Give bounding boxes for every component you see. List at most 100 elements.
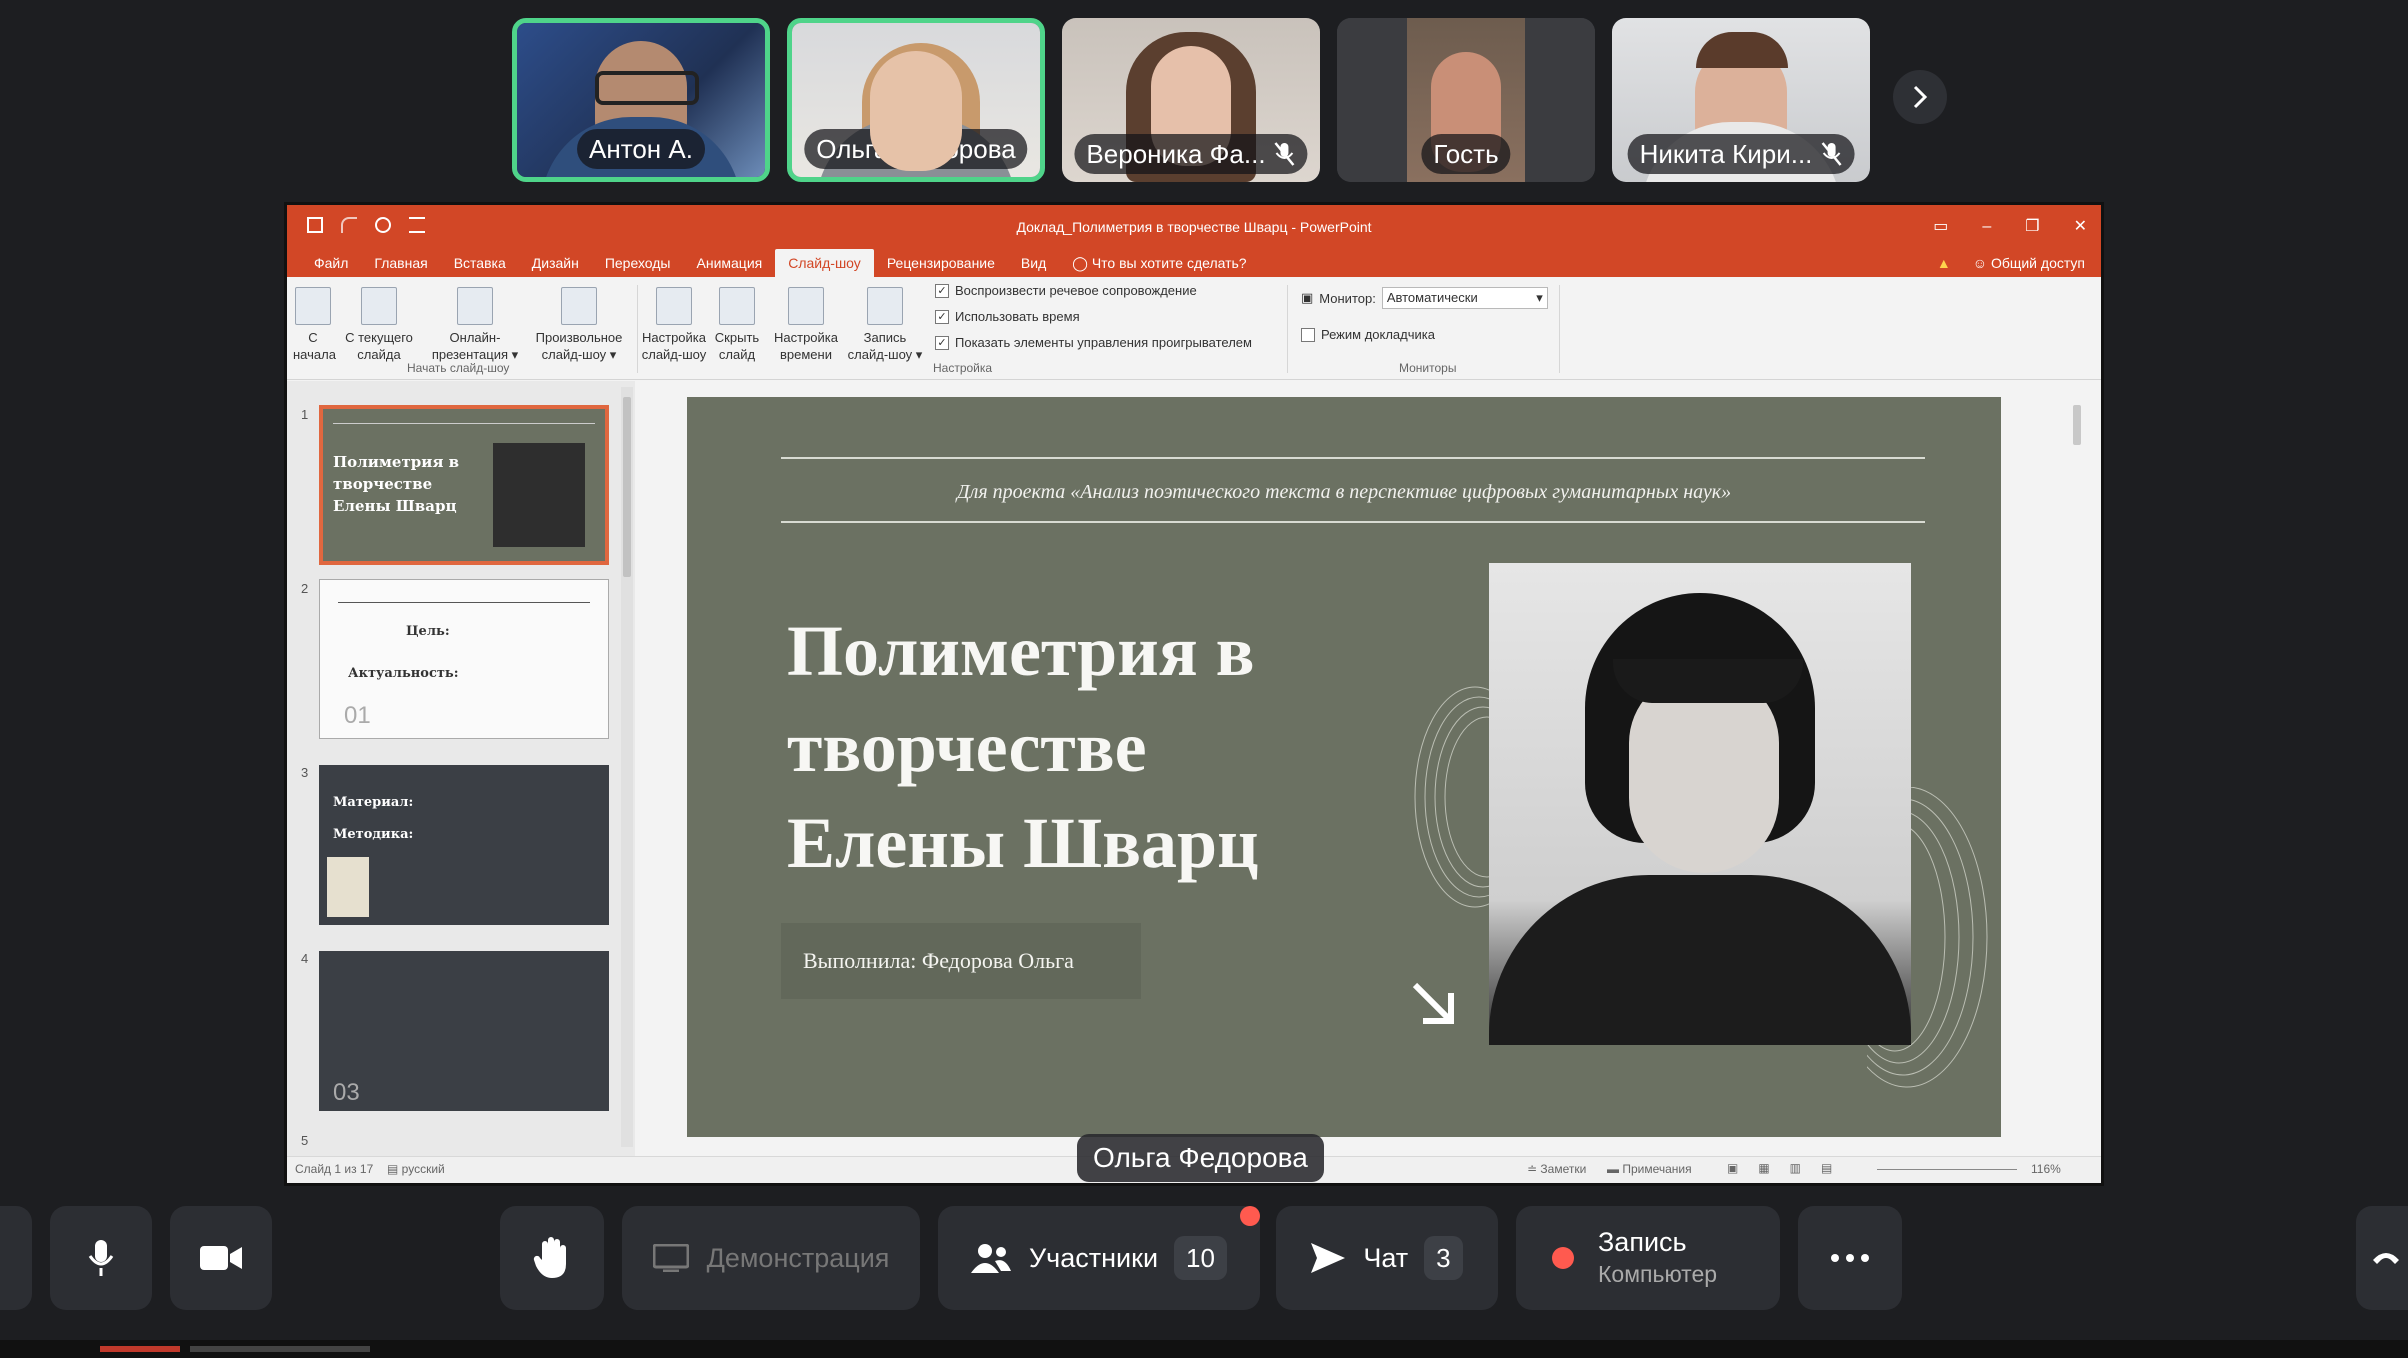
hand-icon: [533, 1237, 566, 1278]
checkbox-checked: ✓: [935, 283, 949, 298]
tab-file[interactable]: Файл: [301, 249, 361, 277]
checkbox-checked: ✓: [935, 309, 949, 324]
notification-dot: [1240, 1206, 1260, 1226]
minimize-icon[interactable]: –: [1982, 205, 1991, 249]
share-label: Общий доступ: [1990, 255, 2085, 271]
tab-insert[interactable]: Вставка: [441, 249, 519, 277]
timings-checkbox[interactable]: ✓ Использовать время: [935, 309, 1080, 324]
warning-icon[interactable]: ▲: [1937, 249, 1951, 277]
tab-animations[interactable]: Анимация: [684, 249, 776, 277]
screen-share-icon: [652, 1244, 689, 1272]
camera-button[interactable]: [170, 1206, 272, 1310]
hang-up-button[interactable]: [2356, 1206, 2408, 1310]
comments-label: Примечания: [1622, 1162, 1692, 1176]
maximize-icon[interactable]: ❐: [2025, 205, 2039, 249]
language-status[interactable]: ▤ русский: [387, 1162, 445, 1176]
microphone-button[interactable]: [50, 1206, 152, 1310]
record-button[interactable]: Запись Компьютер: [1516, 1206, 1780, 1310]
zoom-slider[interactable]: [1877, 1169, 2017, 1170]
btn-label: Онлайн-: [449, 330, 501, 345]
share-button[interactable]: ☺ Общий доступ: [1973, 249, 2085, 277]
participant-tile[interactable]: Никита Кири...: [1612, 18, 1870, 182]
btn-label: Запись: [863, 330, 907, 345]
from-beginning-button[interactable]: С начала: [293, 287, 336, 363]
slide-thumbnail[interactable]: 03: [319, 951, 609, 1111]
from-current-button[interactable]: С текущего слайда: [339, 287, 419, 363]
rehearse-timings-button[interactable]: Настройка времени: [767, 287, 845, 363]
tell-me-label: Что вы хотите сделать?: [1091, 255, 1247, 271]
current-slide[interactable]: Для проекта «Анализ поэтического текста …: [687, 397, 2001, 1137]
monitor-select[interactable]: ▣ Монитор: Автоматически ▾: [1301, 287, 1548, 309]
thumb-number: 2: [301, 581, 309, 596]
btn-label: слайд-шоу: [641, 347, 707, 362]
tab-view[interactable]: Вид: [1008, 249, 1059, 277]
check-label: Режим докладчика: [1321, 327, 1435, 342]
view-buttons[interactable]: ▣▦▥▤: [1727, 1161, 1852, 1175]
thumbnails-scrollbar[interactable]: [621, 387, 633, 1147]
slideshow-start-icon: [295, 287, 331, 325]
monitor-dropdown[interactable]: Автоматически ▾: [1381, 287, 1548, 309]
chat-label: Чат: [1363, 1242, 1409, 1273]
narration-checkbox[interactable]: ✓ Воспроизвести речевое сопровождение: [935, 283, 1197, 298]
slide-subtitle: Для проекта «Анализ поэтического текста …: [956, 481, 1732, 503]
participant-tile[interactable]: Гость: [1337, 18, 1595, 182]
participant-tile[interactable]: Вероника Фа...: [1062, 18, 1320, 182]
tab-design[interactable]: Дизайн: [519, 249, 592, 277]
thumb-label: Материал:: [333, 795, 414, 810]
custom-show-icon: [561, 287, 597, 325]
participants-button[interactable]: Участники 10: [938, 1206, 1260, 1310]
check-label: Воспроизвести речевое сопровождение: [955, 283, 1197, 298]
tab-transitions[interactable]: Переходы: [592, 249, 684, 277]
hide-slide-button[interactable]: Скрыть слайд: [709, 287, 765, 363]
group-label: Начать слайд-шоу: [407, 361, 510, 375]
globe-icon: [457, 287, 493, 325]
tab-slideshow[interactable]: Слайд-шоу: [775, 249, 874, 277]
comments-button[interactable]: ▬ Примечания: [1607, 1162, 1692, 1176]
slide-thumbnail[interactable]: Материал: Методика:: [319, 765, 609, 925]
powerpoint-window: Доклад_Полиметрия в творчестве Шварц - P…: [284, 202, 2104, 1186]
hide-slide-icon: [719, 287, 755, 325]
thumb-label: Актуальность:: [348, 666, 459, 681]
setup-slideshow-button[interactable]: Настройка слайд-шоу: [639, 287, 709, 363]
setup-icon: [656, 287, 692, 325]
checkbox-unchecked: [1301, 327, 1315, 342]
ribbon-tabs: Файл Главная Вставка Дизайн Переходы Ани…: [287, 249, 2101, 277]
screen-share-button[interactable]: Демонстрация: [622, 1206, 920, 1310]
thumb-label: Методика:: [333, 827, 414, 842]
more-button[interactable]: [1798, 1206, 1902, 1310]
online-present-button[interactable]: Онлайн- презентация ▾: [425, 287, 525, 363]
side-control[interactable]: [0, 1206, 32, 1310]
raise-hand-button[interactable]: [500, 1206, 604, 1310]
timer-icon: [788, 287, 824, 325]
tab-review[interactable]: Рецензирование: [874, 249, 1008, 277]
thumb-title: Полиметрия в творчестве Елены Шварц: [333, 453, 460, 515]
player-controls-checkbox[interactable]: ✓ Показать элементы управления проигрыват…: [935, 335, 1252, 350]
record-dot-icon: [1552, 1247, 1574, 1269]
participant-tile[interactable]: Ольга Федорова: [787, 18, 1045, 182]
notes-button[interactable]: ≐ Заметки: [1527, 1162, 1586, 1176]
mic-off-icon: [1821, 142, 1842, 166]
participant-tile[interactable]: Антон А.: [512, 18, 770, 182]
slide-scrollbar[interactable]: [2071, 381, 2083, 1143]
more-dots-icon: [1831, 1254, 1869, 1262]
tab-home[interactable]: Главная: [361, 249, 440, 277]
thumb-page-number: 01: [344, 702, 371, 729]
custom-slideshow-button[interactable]: Произвольное слайд-шоу ▾: [527, 287, 631, 363]
record-icon: [867, 287, 903, 325]
slide-thumbnail[interactable]: Полиметрия в творчестве Елены Шварц: [319, 405, 609, 565]
monitor-label: Монитор:: [1319, 290, 1376, 306]
next-participants-button[interactable]: [1893, 70, 1947, 124]
slide-thumbnail[interactable]: Цель: Актуальность: 01: [319, 579, 609, 739]
slide-counter: Слайд 1 из 17: [295, 1162, 374, 1176]
thumb-number: 4: [301, 951, 309, 966]
record-label: Запись: [1598, 1227, 1687, 1257]
btn-label: времени: [780, 347, 832, 362]
record-slideshow-button[interactable]: Запись слайд-шоу ▾: [843, 287, 927, 363]
zoom-level[interactable]: 116%: [2031, 1162, 2061, 1176]
bottom-strip: [0, 1340, 2408, 1358]
tell-me-search[interactable]: ◯ Что вы хотите сделать?: [1059, 249, 1259, 277]
presenter-view-checkbox[interactable]: Режим докладчика: [1301, 327, 1435, 342]
close-icon[interactable]: ✕: [2074, 205, 2087, 249]
chat-button[interactable]: Чат 3: [1276, 1206, 1498, 1310]
ribbon-display-icon[interactable]: ▭: [1933, 205, 1948, 249]
